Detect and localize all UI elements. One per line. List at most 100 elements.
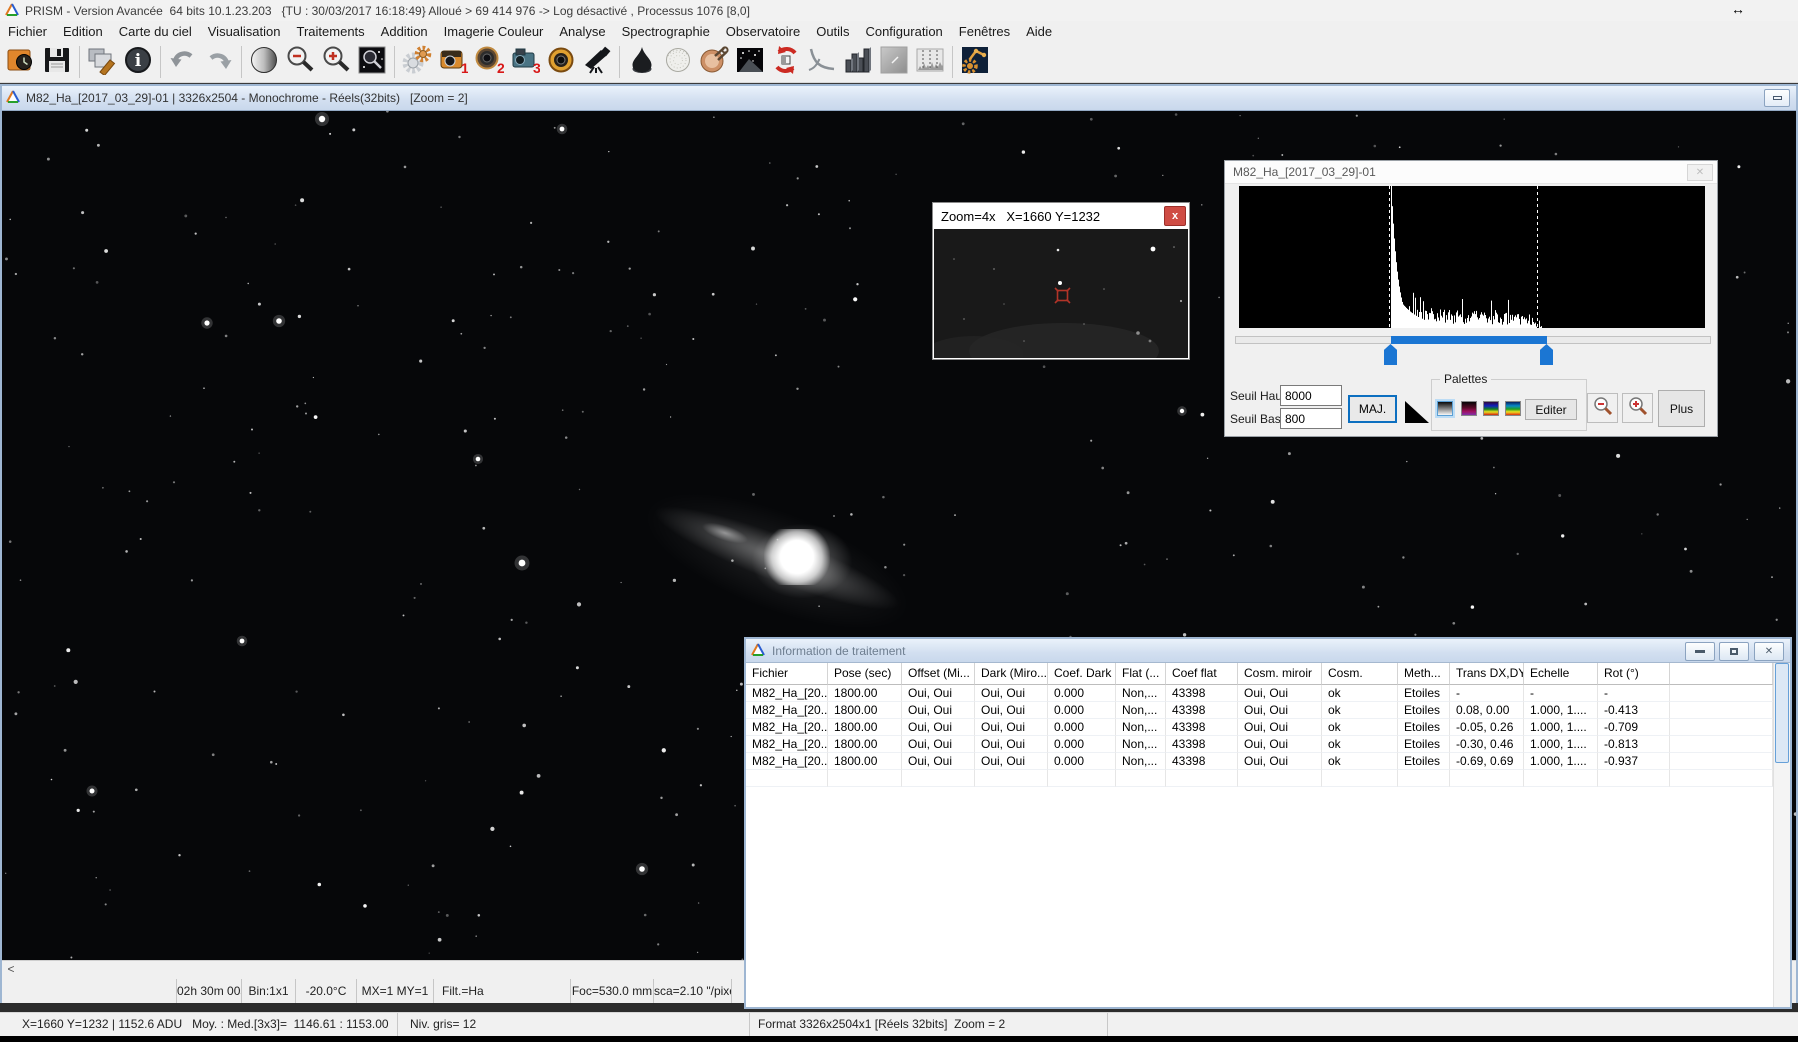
column-header-fichier[interactable]: Fichier	[746, 663, 828, 685]
close-button[interactable]: x	[1164, 206, 1186, 226]
zoom-window-button[interactable]	[354, 43, 390, 81]
menu-item-spectrographie[interactable]: Spectrographie	[614, 22, 718, 41]
table-row[interactable]: M82_Ha_[20...1800.00Oui, OuiOui, Oui0.00…	[746, 719, 1773, 736]
cell: Oui, Oui	[902, 753, 975, 770]
starfield-button[interactable]	[732, 43, 768, 81]
camera-3-button[interactable]: 3	[507, 43, 543, 81]
menu-item-visualisation[interactable]: Visualisation	[200, 22, 289, 41]
table-row[interactable]: M82_Ha_[20...1800.00Oui, OuiOui, Oui0.00…	[746, 702, 1773, 719]
cell: Oui, Oui	[975, 753, 1048, 770]
zoom-window-titlebar[interactable]: Zoom=4x X=1660 Y=1232	[933, 203, 1189, 229]
restore-button[interactable]	[1719, 642, 1749, 661]
camera-2-button[interactable]: 2	[471, 43, 507, 81]
image-convert-button[interactable]	[84, 43, 120, 81]
table-row[interactable]: M82_Ha_[20...1800.00Oui, OuiOui, Oui0.00…	[746, 753, 1773, 770]
close-button[interactable]: ✕	[1754, 642, 1784, 661]
cell: ok	[1322, 736, 1398, 753]
zoom-in-button[interactable]	[318, 43, 354, 81]
column-header-coef-flat[interactable]: Coef flat	[1166, 663, 1238, 685]
cell: -0.413	[1598, 702, 1670, 719]
menu-item-aide[interactable]: Aide	[1018, 22, 1060, 41]
camera-1-button[interactable]: 1	[435, 43, 471, 81]
menu-item-observatoire[interactable]: Observatoire	[718, 22, 808, 41]
threshold-slider-track[interactable]	[1235, 336, 1711, 344]
redo-button[interactable]	[201, 43, 237, 81]
menu-item-addition[interactable]: Addition	[373, 22, 436, 41]
column-header-trans-dx-dy[interactable]: Trans DX,DY	[1450, 663, 1524, 685]
column-header-cosm-[interactable]: Cosm.	[1322, 663, 1398, 685]
contrast-button[interactable]	[246, 43, 282, 81]
scrollbar-thumb[interactable]	[1775, 663, 1789, 763]
column-header-meth-[interactable]: Meth...	[1398, 663, 1450, 685]
palette-rainbow[interactable]	[1483, 401, 1499, 416]
palette-grayscale[interactable]	[1437, 401, 1453, 416]
column-header-echelle[interactable]: Echelle	[1524, 663, 1598, 685]
save-button[interactable]	[39, 43, 75, 81]
restore-window-button[interactable]	[1764, 89, 1790, 107]
high-threshold-handle[interactable]	[1540, 344, 1553, 365]
menu-item-traitements[interactable]: Traitements	[289, 22, 373, 41]
threshold-zoom-in-button[interactable]	[1622, 393, 1653, 423]
cell: 0.000	[1048, 753, 1116, 770]
focuser-button[interactable]	[624, 43, 660, 81]
menu-item-outils[interactable]: Outils	[808, 22, 857, 41]
palette-spectrum[interactable]	[1505, 401, 1521, 416]
open-image-button[interactable]	[3, 43, 39, 81]
threshold-zoom-out-button[interactable]	[1587, 393, 1618, 423]
menu-item-configuration[interactable]: Configuration	[857, 22, 950, 41]
menu-item-carte-du-ciel[interactable]: Carte du ciel	[111, 22, 200, 41]
vertical-scrollbar[interactable]	[1773, 663, 1790, 1007]
undo-icon	[168, 45, 198, 78]
cell: -0.69, 0.69	[1450, 753, 1524, 770]
filter-wheel-button[interactable]	[543, 43, 579, 81]
menu-item-imagerie-couleur[interactable]: Imagerie Couleur	[436, 22, 552, 41]
plus-button[interactable]: Plus	[1658, 390, 1705, 427]
column-header-coef-dark[interactable]: Coef. Dark	[1048, 663, 1116, 685]
automation-button[interactable]	[957, 43, 993, 81]
starfield-icon	[735, 45, 765, 78]
black-triangle-swatch[interactable]	[1405, 401, 1429, 423]
menubar: FichierEditionCarte du cielVisualisation…	[0, 21, 1798, 41]
histogram-cut-button[interactable]	[912, 43, 948, 81]
calibration-button[interactable]	[696, 43, 732, 81]
histogram-3d-button[interactable]	[840, 43, 876, 81]
filter-wheel-icon	[546, 45, 576, 78]
derotate-button[interactable]	[768, 43, 804, 81]
gears-button[interactable]	[399, 43, 435, 81]
editer-button[interactable]: Editer	[1525, 399, 1577, 420]
dome-button[interactable]	[660, 43, 696, 81]
minimize-button[interactable]	[1685, 642, 1715, 661]
column-header-flat-[interactable]: Flat (...	[1116, 663, 1166, 685]
maj-button[interactable]: MAJ.	[1348, 395, 1397, 423]
toolbar: i 123	[0, 41, 1798, 83]
column-header-offset-mi-[interactable]: Offset (Mi...	[902, 663, 975, 685]
column-header-rot-[interactable]: Rot (°)	[1598, 663, 1670, 685]
low-threshold-handle[interactable]	[1384, 344, 1397, 365]
menu-item-fenetres[interactable]: Fenêtres	[951, 22, 1018, 41]
telescope-button[interactable]	[579, 43, 615, 81]
seuil-bas-input[interactable]	[1280, 408, 1342, 429]
cell: Oui, Oui	[975, 719, 1048, 736]
curve-button[interactable]	[804, 43, 840, 81]
image-window-titlebar[interactable]: M82_Ha_[2017_03_29]-01 | 3326x2504 - Mon…	[2, 86, 1796, 111]
menu-item-edition[interactable]: Edition	[55, 22, 111, 41]
column-header-cosm-miroir[interactable]: Cosm. miroir	[1238, 663, 1322, 685]
zoom-out-button[interactable]	[282, 43, 318, 81]
flat-field-button[interactable]	[876, 43, 912, 81]
menu-item-analyse[interactable]: Analyse	[551, 22, 613, 41]
scroll-left-arrow-icon[interactable]: <	[2, 961, 20, 979]
cell: Oui, Oui	[902, 719, 975, 736]
palette-magenta[interactable]	[1461, 401, 1477, 416]
column-header-dark-miro-[interactable]: Dark (Miro...	[975, 663, 1048, 685]
histogram-window-titlebar[interactable]: M82_Ha_[2017_03_29]-01	[1225, 161, 1717, 184]
menu-item-fichier[interactable]: Fichier	[0, 22, 55, 41]
app-titlebar[interactable]: PRISM - Version Avancée 64 bits 10.1.23.…	[0, 0, 1798, 21]
column-header-pose-sec-[interactable]: Pose (sec)	[828, 663, 902, 685]
info-window-titlebar[interactable]: Information de traitement ✕	[746, 639, 1790, 663]
undo-button[interactable]	[165, 43, 201, 81]
table-row[interactable]: M82_Ha_[20...1800.00Oui, OuiOui, Oui0.00…	[746, 685, 1773, 702]
seuil-haut-input[interactable]	[1280, 385, 1342, 406]
table-row[interactable]: M82_Ha_[20...1800.00Oui, OuiOui, Oui0.00…	[746, 736, 1773, 753]
info-button[interactable]: i	[120, 43, 156, 81]
cell: 43398	[1166, 736, 1238, 753]
